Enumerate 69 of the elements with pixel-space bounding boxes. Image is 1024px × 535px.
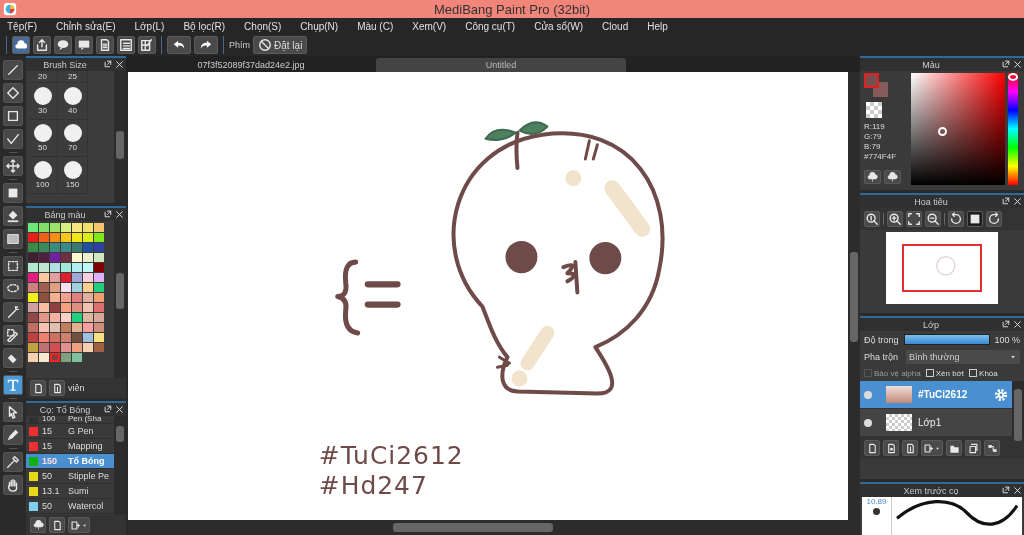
brush-size-value: 10.89 [866, 497, 887, 506]
brush-size: 150 [42, 456, 59, 466]
brush-size: 15 [42, 441, 53, 451]
brush-size-option[interactable]: 25 [58, 71, 88, 83]
brush-name: Pen (Sha [68, 416, 102, 423]
brush-name: Mapping [68, 441, 103, 451]
menu-item[interactable]: Màu (C) [356, 20, 400, 32]
reset-button[interactable]: Đặt lại [253, 36, 308, 54]
brush-size-option[interactable]: 150 [58, 157, 88, 194]
panel-title: Bảng màu [43, 209, 87, 220]
brush-name: G Pen [68, 426, 94, 436]
menu-item[interactable]: Chụp(N) [299, 20, 345, 32]
brush-size-option[interactable]: 70 [58, 120, 88, 157]
brush-size-option[interactable]: 20 [28, 71, 58, 83]
brush-name: Stipple Pe [68, 471, 110, 481]
canvas[interactable]: #TuCi2612 #Hd247 [128, 72, 848, 520]
brush-size-option[interactable]: 100 [28, 157, 58, 194]
menu-item[interactable]: Tệp(F) [6, 20, 43, 32]
panel-title: Màu [921, 59, 941, 70]
brush-name: Watercol [68, 501, 104, 511]
menu-item[interactable]: Help [646, 20, 674, 32]
brush-row[interactable]: 50 Watercol [26, 499, 114, 514]
canvas-text: #TuCi2612 [318, 441, 464, 471]
brush-row[interactable]: 15 G Pen [26, 424, 114, 439]
layer-option-checkbox[interactable]: Xén bớt [925, 368, 965, 378]
brush-size: 50 [42, 471, 53, 481]
color-value: R:119 [864, 122, 886, 131]
panel-title: Hoa tiêu [913, 196, 949, 207]
opacity-value: 100 % [994, 334, 1020, 345]
menu-item[interactable]: Chỉnh sửa(E) [55, 20, 122, 32]
palette-footer-text: viên [68, 383, 85, 393]
layer-name: #TuCi2612 [918, 389, 969, 400]
panel-title: Brush Size [42, 59, 88, 70]
blend-mode-dropdown[interactable]: Bình thường [906, 349, 1020, 364]
menu-item[interactable]: Bộ lọc(R) [182, 20, 232, 32]
panel-title: Xem trước cọ [902, 485, 960, 496]
opacity-label: Độ trong [864, 334, 900, 345]
layer-name: Lớp1 [918, 417, 943, 428]
color-value: B:79 [864, 142, 882, 151]
canvas-text: #Hd247 [318, 470, 428, 500]
menu-item[interactable]: Cloud [601, 20, 635, 32]
document-tab[interactable]: 07f3f52089f37dad24e2.jpg [126, 58, 376, 72]
menu-item[interactable]: Xem(V) [411, 20, 453, 32]
blend-label: Pha trộn [864, 351, 900, 362]
color-value: #774F4F [864, 152, 898, 161]
document-tab[interactable]: Untitled [376, 58, 626, 72]
brush-size-option[interactable]: 40 [58, 83, 88, 120]
brush-size: 50 [42, 501, 53, 511]
layer-row[interactable]: Lớp1 [860, 409, 1012, 437]
color-value: G:79 [864, 132, 883, 141]
menu-item[interactable]: Công cụ(T) [464, 20, 522, 32]
window-title: MediBang Paint Pro (32bit) [433, 1, 591, 17]
panel-title: Lớp [922, 319, 940, 330]
menu-item[interactable]: Cửa sổ(W) [533, 20, 590, 32]
brush-size: 13.1 [42, 486, 61, 496]
brush-size: 15 [42, 426, 53, 436]
brush-name: Sumi [68, 486, 89, 496]
brush-size-option[interactable]: 30 [28, 83, 58, 120]
brush-size-option[interactable]: 50 [28, 120, 58, 157]
shortcut-label: Phím [229, 40, 250, 50]
brush-row[interactable]: 50 Stipple Pe [26, 469, 114, 484]
brush-name: Tổ Bóng [68, 456, 105, 466]
layer-option-checkbox[interactable]: Khóa [969, 368, 998, 378]
brush-row[interactable]: 100 Pen (Sha [26, 416, 114, 424]
menu-item[interactable]: Chọn(S) [243, 20, 288, 32]
panel-title: Cọ: Tổ Bóng [38, 404, 91, 415]
menu-item[interactable]: Lớp(L) [133, 20, 171, 32]
brush-row[interactable]: 13.1 Sumi [26, 484, 114, 499]
brush-size: 100 [42, 416, 57, 423]
